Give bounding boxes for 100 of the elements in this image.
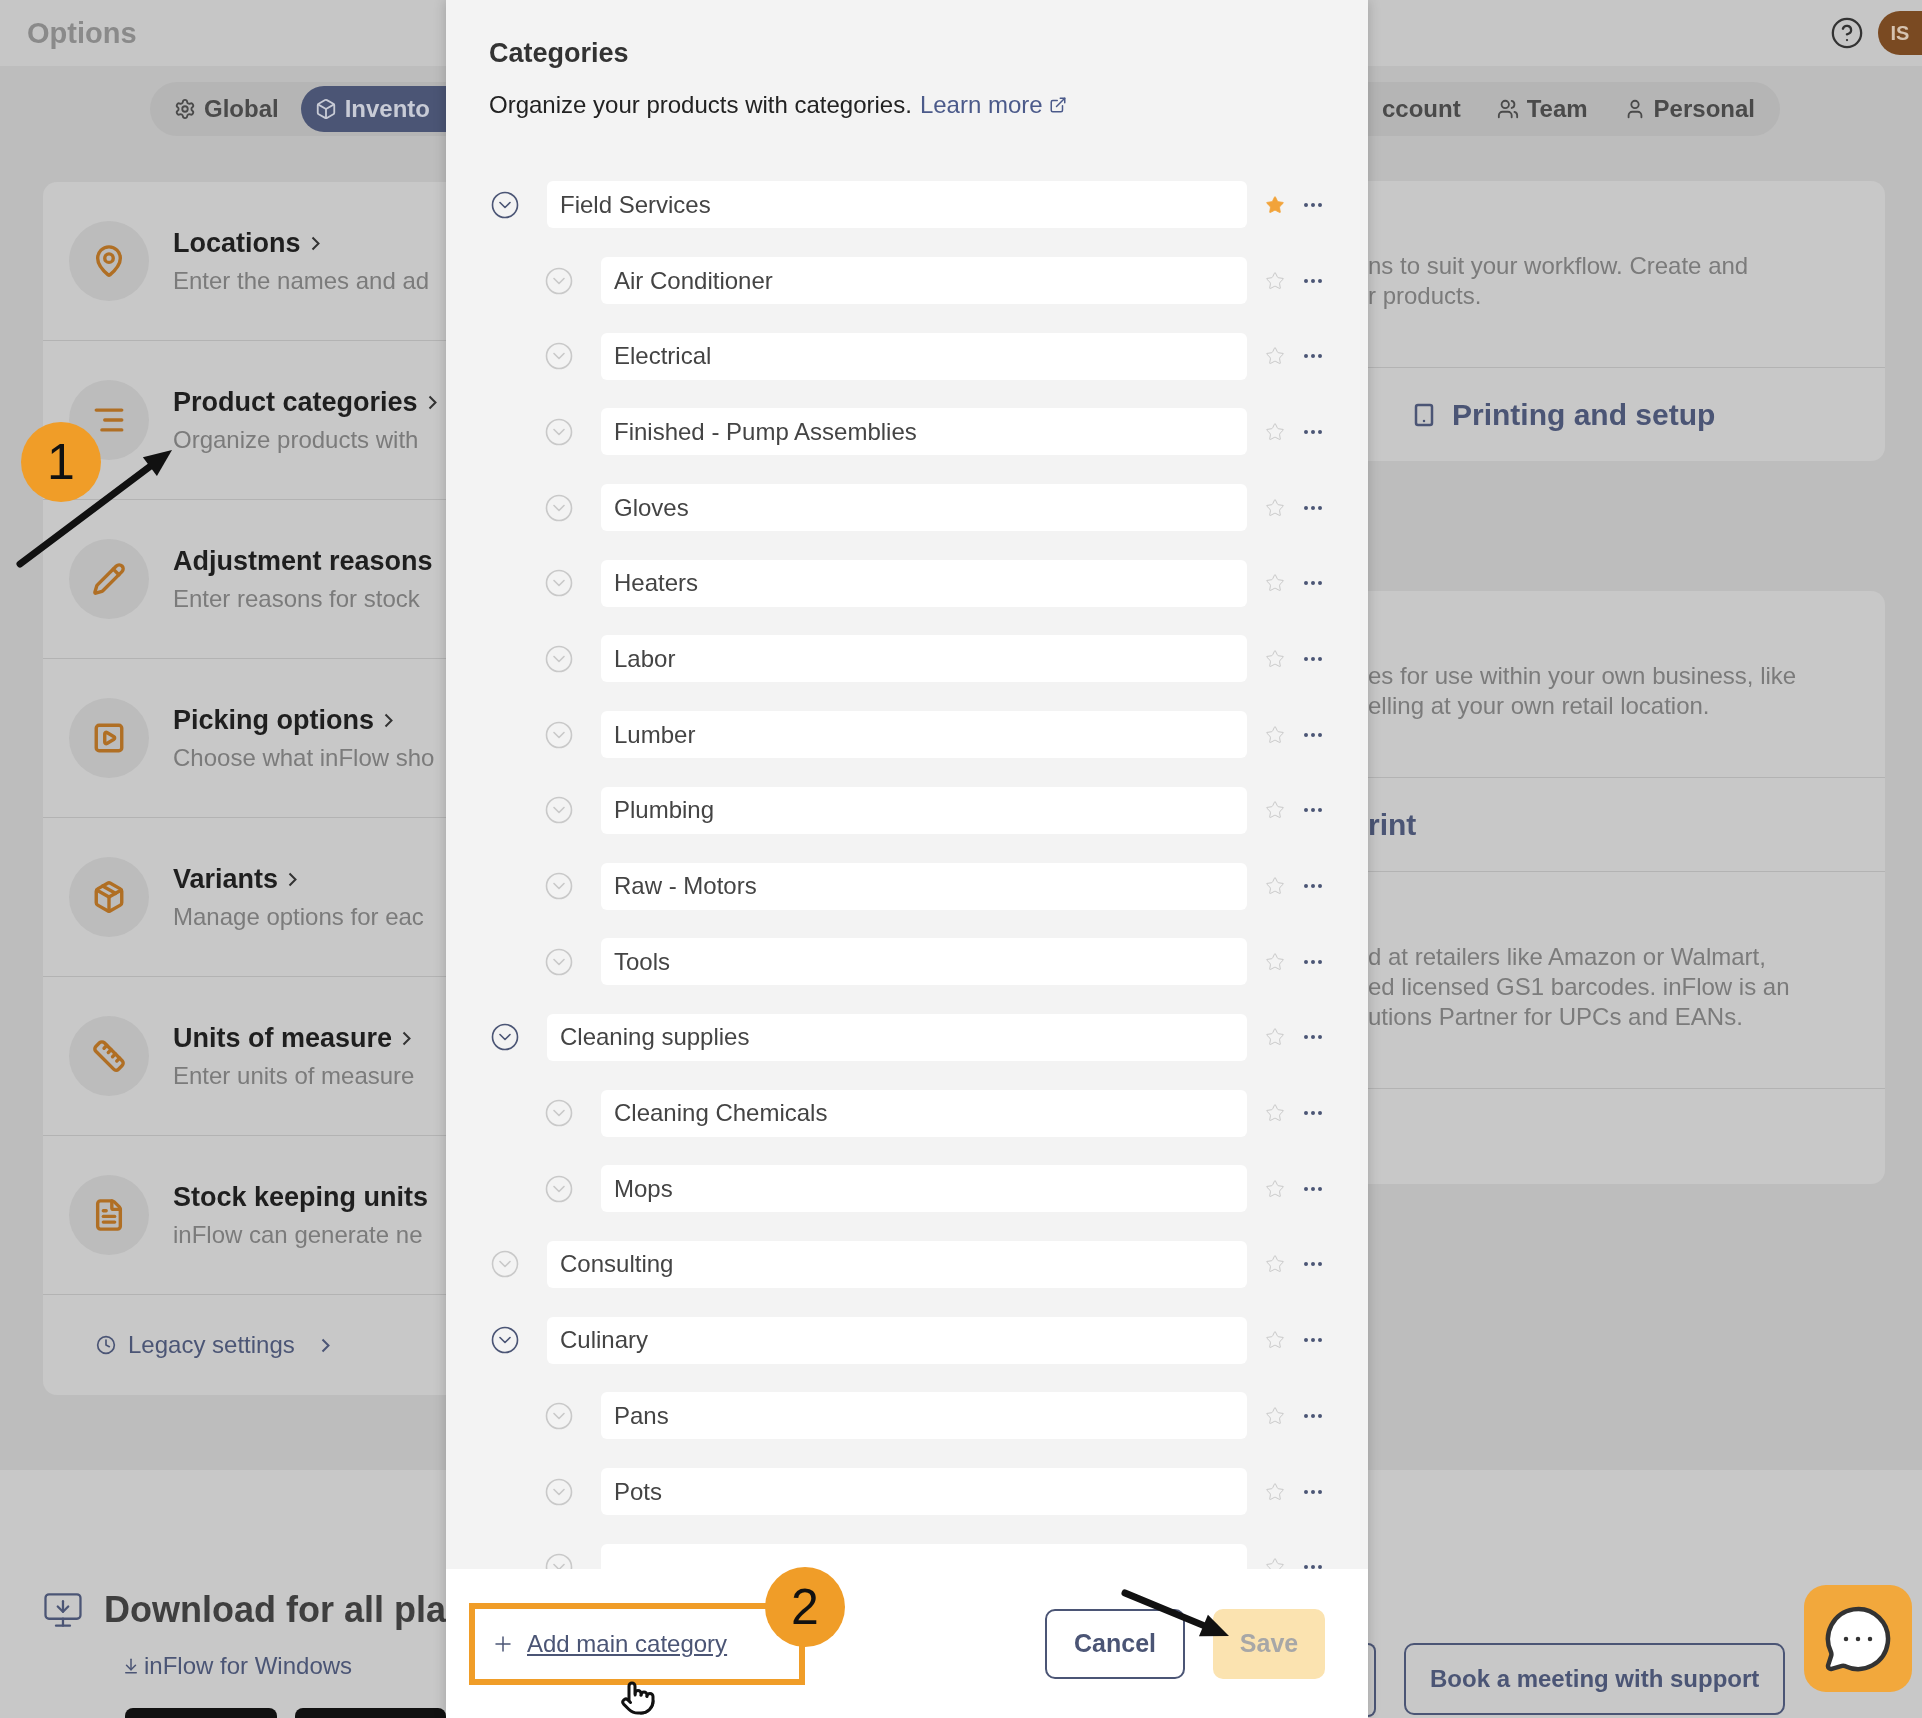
tab[interactable]: Personal [1609, 86, 1769, 132]
star-icon[interactable] [1265, 648, 1285, 669]
category-name-field[interactable]: Pans [601, 1392, 1247, 1440]
setting-title[interactable]: Locations [173, 227, 301, 259]
setting-description: Manage options for eac [173, 902, 424, 931]
category-name-field[interactable]: Air Conditioner [601, 257, 1247, 305]
star-icon[interactable] [1265, 573, 1285, 594]
star-icon[interactable] [1265, 1027, 1285, 1048]
setting-title[interactable]: Units of measure [173, 1022, 393, 1054]
expand-toggle[interactable] [490, 189, 520, 220]
star-icon[interactable] [1265, 270, 1285, 291]
expand-toggle[interactable] [544, 265, 574, 296]
category-name-field[interactable]: Cleaning supplies [547, 1013, 1247, 1061]
card-heading[interactable]: rint [1368, 807, 1885, 842]
tab[interactable]: Global [160, 86, 293, 132]
clock-icon [96, 1335, 116, 1355]
star-icon[interactable] [1265, 951, 1285, 972]
page-title: Options [27, 16, 137, 50]
star-icon[interactable] [1265, 194, 1285, 215]
download-link[interactable]: inFlow for Windows [122, 1652, 446, 1680]
star-icon[interactable] [1265, 724, 1285, 745]
box-icon [314, 98, 337, 120]
setting-title[interactable]: Product categories [173, 386, 418, 418]
setting-title[interactable]: Adjustment reasons [173, 545, 433, 577]
category-name-field[interactable]: Culinary [547, 1316, 1247, 1364]
expand-toggle[interactable] [490, 1022, 520, 1053]
category-name-field[interactable]: Gloves [601, 484, 1247, 532]
category-name-field[interactable]: Labor [601, 635, 1247, 683]
category-name-field[interactable]: Raw - Motors [601, 862, 1247, 910]
star-icon[interactable] [1265, 1330, 1285, 1351]
category-name-field[interactable]: Cleaning Chemicals [601, 1089, 1247, 1137]
expand-toggle[interactable] [544, 1476, 574, 1507]
star-icon[interactable] [1265, 1103, 1285, 1124]
category-name-field[interactable]: Mops [601, 1165, 1247, 1213]
expand-toggle[interactable] [490, 1249, 520, 1280]
category-name-field[interactable]: Lumber [601, 711, 1247, 759]
expand-toggle[interactable] [544, 416, 574, 447]
chat-icon[interactable] [1804, 1585, 1912, 1692]
category-name-field[interactable]: Pots [601, 1468, 1247, 1516]
tab[interactable]: ccount [1368, 86, 1475, 132]
expand-toggle[interactable] [544, 946, 574, 977]
card-text: utions Partner for UPCs and EANs. [1368, 1002, 1744, 1032]
download-arrow-icon [122, 1657, 140, 1675]
learn-more-link[interactable]: Learn more [919, 91, 1067, 119]
setting-description: inFlow can generate ne [173, 1220, 424, 1249]
expand-toggle[interactable] [544, 871, 574, 902]
tab[interactable]: Invento [300, 86, 446, 132]
printing-setup-link[interactable]: Printing and setup [1412, 397, 1885, 432]
category-name-field[interactable]: Field Services [547, 181, 1247, 229]
category-name-field[interactable]: Finished - Pump Assemblies [601, 408, 1247, 456]
legacy-settings-link[interactable]: Legacy settings [43, 1295, 446, 1395]
card-text: es for use within your own business, like [1368, 661, 1798, 691]
users-icon [1496, 98, 1519, 120]
star-icon[interactable] [1265, 1481, 1285, 1502]
expand-toggle[interactable] [544, 341, 574, 372]
user-avatar[interactable]: IS [1878, 11, 1922, 55]
tablet-icon [1412, 402, 1436, 427]
card-text: r products. [1368, 281, 1483, 311]
star-icon[interactable] [1265, 876, 1285, 897]
category-name-field[interactable]: Consulting [547, 1240, 1247, 1288]
setting-description: Organize products with [173, 425, 420, 454]
setting-title[interactable]: Picking options [173, 704, 374, 736]
category-name-field[interactable]: Electrical [601, 332, 1247, 380]
star-icon[interactable] [1265, 346, 1285, 367]
external-link-icon [1048, 96, 1067, 114]
star-icon[interactable] [1265, 1254, 1285, 1275]
star-icon[interactable] [1265, 497, 1285, 518]
step-marker: 1 [21, 422, 101, 502]
setting-description: Choose what inFlow sho [173, 743, 435, 772]
star-icon[interactable] [1265, 1178, 1285, 1199]
dialog-description: Organize your products with categories. [489, 91, 912, 119]
setting-title[interactable]: Stock keeping units [173, 1181, 429, 1213]
star-icon[interactable] [1265, 1405, 1285, 1426]
help-icon[interactable] [1830, 16, 1864, 50]
star-icon[interactable] [1265, 421, 1285, 442]
tab[interactable]: Team [1482, 86, 1602, 132]
expand-toggle[interactable] [544, 643, 574, 674]
add-category-link[interactable]: Add main category [491, 1629, 728, 1658]
expand-toggle[interactable] [544, 1400, 574, 1431]
category-name-field[interactable]: Heaters [601, 559, 1247, 607]
category-name-field[interactable]: Tools [601, 938, 1247, 986]
chevron-right-icon [320, 1337, 330, 1353]
partial-button[interactable] [1368, 1643, 1376, 1717]
book-meeting-button[interactable]: Book a meeting with support [1404, 1643, 1786, 1715]
expand-toggle[interactable] [544, 719, 574, 750]
gear-icon [174, 98, 196, 120]
expand-toggle[interactable] [544, 568, 574, 599]
card-text: d at retailers like Amazon or Walmart, [1368, 942, 1767, 972]
cancel-button[interactable]: Cancel [1045, 1608, 1185, 1679]
expand-toggle[interactable] [544, 795, 574, 826]
setting-description: Enter the names and ad [173, 266, 430, 295]
category-name-field[interactable]: Plumbing [601, 786, 1247, 834]
expand-toggle[interactable] [544, 492, 574, 523]
setting-description: Enter reasons for stock [173, 584, 421, 613]
star-icon[interactable] [1265, 800, 1285, 821]
expand-toggle[interactable] [490, 1325, 520, 1356]
card-text: elling at your own retail location. [1368, 691, 1711, 721]
setting-title[interactable]: Variants [173, 863, 279, 895]
expand-toggle[interactable] [544, 1173, 574, 1204]
expand-toggle[interactable] [544, 1098, 574, 1129]
